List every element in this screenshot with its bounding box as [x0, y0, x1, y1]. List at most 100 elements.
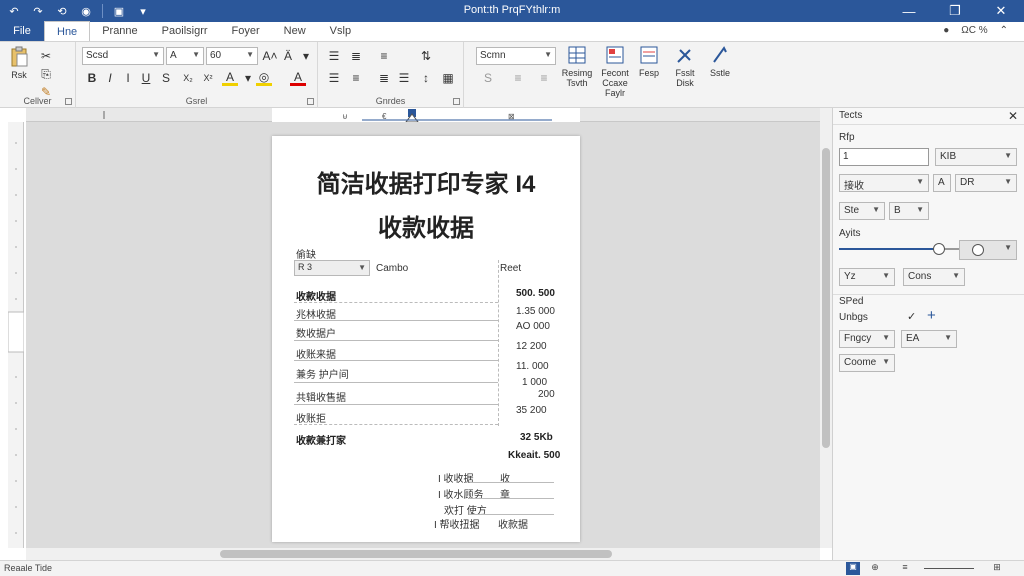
read-mode-icon[interactable]: ≡ [898, 562, 912, 575]
superscript-button[interactable]: X² [200, 70, 216, 86]
clipboard-launcher-icon[interactable] [65, 98, 72, 105]
clear-format-icon[interactable]: Ä [280, 48, 296, 64]
document-page[interactable]: 简洁收据打印专家 I4 收款收据 偷缺 R 3 ▼ Cambo Reet 收款收据… [272, 136, 580, 542]
repeat-icon[interactable]: ⟲ [54, 3, 70, 19]
signature-label: I 收收据 [438, 474, 474, 485]
add-icon[interactable]: + [927, 307, 936, 324]
clipboard-group: Rsk ✂ ⎘ ✎ Cellver [0, 42, 76, 108]
font-dropdown-icon[interactable]: ▾ [298, 48, 314, 64]
pane-combo[interactable]: Cons ▼ [903, 268, 965, 286]
pane-combo[interactable]: Ste ▼ [839, 202, 885, 220]
font-size-combo-2[interactable]: 60 ▼ [206, 47, 258, 65]
pane-a-button[interactable]: A [933, 174, 951, 192]
pane-combo[interactable]: Yz ▼ [839, 268, 895, 286]
font-size-combo[interactable]: A ▼ [166, 47, 204, 65]
styles-group: Scmn ▼ S ≡ ≡ [470, 42, 562, 108]
line-spacing-icon[interactable]: ↕ [418, 70, 434, 86]
column-divider [498, 260, 499, 426]
editing-3-label: Fesp [638, 68, 659, 78]
record-icon[interactable]: ◉ [78, 3, 94, 19]
underline-button[interactable]: U [138, 70, 154, 86]
editing-button-5[interactable]: Sstle [704, 44, 736, 78]
pane-combo[interactable]: Fngcy ▼ [839, 330, 895, 348]
web-layout-icon[interactable]: ⊕ [868, 562, 882, 575]
strikethrough-button[interactable]: S [158, 70, 174, 86]
maximize-button[interactable]: ❐ [932, 0, 978, 22]
customize-qa-icon[interactable]: ▾ [135, 3, 151, 19]
pane-combo[interactable]: B ▼ [889, 202, 929, 220]
justify-icon[interactable]: ☰ [396, 70, 412, 86]
text-effects-icon[interactable]: ◎ [256, 70, 272, 86]
tab-view[interactable]: Vslp [318, 21, 363, 41]
check-icon[interactable]: ✓ [907, 310, 916, 323]
align-center-icon[interactable]: ≡ [348, 70, 364, 86]
save-icon[interactable]: ▣ [111, 3, 127, 19]
copy-icon[interactable]: ⎘ [38, 66, 54, 82]
paste-button[interactable]: Rsk [4, 46, 34, 80]
italic-button[interactable]: I [102, 70, 118, 86]
vertical-scrollbar[interactable] [820, 108, 832, 548]
bullets-icon[interactable]: ☰ [326, 48, 342, 64]
redo-icon[interactable]: ↷ [30, 3, 46, 19]
pane-combo[interactable]: Coome ▼ [839, 354, 895, 372]
undo-icon[interactable]: ↶ [6, 3, 22, 19]
sort-icon[interactable]: ⇅ [418, 48, 434, 64]
align-right-icon[interactable]: ≣ [376, 70, 392, 86]
share-button[interactable]: ΩC % [961, 25, 987, 36]
tab-review[interactable]: New [272, 21, 318, 41]
fit-page-icon[interactable]: ⊞ [990, 562, 1004, 575]
horizontal-ruler[interactable]: ⊍ € ⊠ [26, 108, 820, 123]
pane-section-label: Ayits [839, 228, 861, 239]
style-combo[interactable]: Scmn ▼ [476, 47, 556, 65]
align-left-icon[interactable]: ☰ [326, 70, 342, 86]
shading-icon[interactable]: ▦ [440, 70, 456, 86]
bold-button[interactable]: B [84, 70, 100, 86]
receipt-type-select[interactable]: R 3 ▼ [294, 260, 370, 276]
minimize-button[interactable]: — [886, 0, 932, 22]
style-c-icon[interactable]: ≡ [536, 70, 552, 86]
font-launcher-icon[interactable] [307, 98, 314, 105]
pane-slider-combo[interactable]: ▼ [959, 240, 1017, 260]
pane-combo[interactable]: KIB ▼ [935, 148, 1017, 166]
vertical-ruler[interactable] [7, 122, 25, 548]
pane-input[interactable]: 1 [839, 148, 929, 166]
pane-close-button[interactable]: ✕ [1008, 109, 1018, 123]
grow-font-button[interactable]: A˄ [262, 48, 278, 64]
account-icon[interactable]: ● [943, 25, 949, 36]
print-layout-icon[interactable]: ▣ [846, 562, 860, 575]
row-name: 收账拒 [296, 414, 326, 425]
horizontal-scrollbar[interactable] [26, 548, 820, 560]
editing-button-3[interactable]: Fesp [634, 44, 664, 78]
close-button[interactable]: ✕ [978, 0, 1024, 22]
numbering-icon[interactable]: ≣ [348, 48, 364, 64]
italic-alt-button[interactable]: I [120, 70, 136, 86]
tab-layout[interactable]: Foyer [220, 21, 272, 41]
paragraph-launcher-icon[interactable] [453, 98, 460, 105]
style-b-icon[interactable]: ≡ [510, 70, 526, 86]
editing-button-1[interactable]: Resimg Tsvth [560, 44, 594, 88]
cut-icon[interactable]: ✂ [38, 48, 54, 64]
collapse-ribbon-icon[interactable]: ⌃ [1000, 25, 1008, 36]
highlight-dropdown-icon[interactable]: ▾ [240, 70, 256, 86]
editing-button-4[interactable]: Fsslt Disk [668, 44, 702, 88]
vertical-scroll-thumb[interactable] [822, 148, 830, 448]
horizontal-scroll-thumb[interactable] [220, 550, 612, 558]
highlight-button[interactable]: A [222, 70, 238, 86]
tab-insert[interactable]: Pranne [90, 21, 149, 41]
editing-button-2[interactable]: Fecont Ccaxe Faylr [598, 44, 632, 98]
zoom-slider[interactable] [924, 568, 974, 569]
pane-combo[interactable]: EA ▼ [901, 330, 957, 348]
font-name-combo[interactable]: Scsd ▼ [82, 47, 164, 65]
pane-slider-handle[interactable] [933, 243, 945, 255]
tab-file[interactable]: File [0, 21, 44, 41]
font-group-label: Gsrel [185, 96, 208, 106]
tab-home[interactable]: Hne [44, 21, 91, 41]
pane-combo[interactable]: DR ▼ [955, 174, 1017, 192]
multilevel-icon[interactable]: ≡ [376, 48, 392, 64]
pane-slider-handle-2[interactable] [972, 244, 984, 256]
font-color-button[interactable]: A [290, 70, 306, 86]
style-a-icon[interactable]: S [480, 70, 496, 86]
subscript-button[interactable]: X₂ [180, 70, 196, 86]
tab-design[interactable]: Paoilsigrr [150, 21, 220, 41]
pane-combo[interactable]: 接收 ▼ [839, 174, 929, 192]
